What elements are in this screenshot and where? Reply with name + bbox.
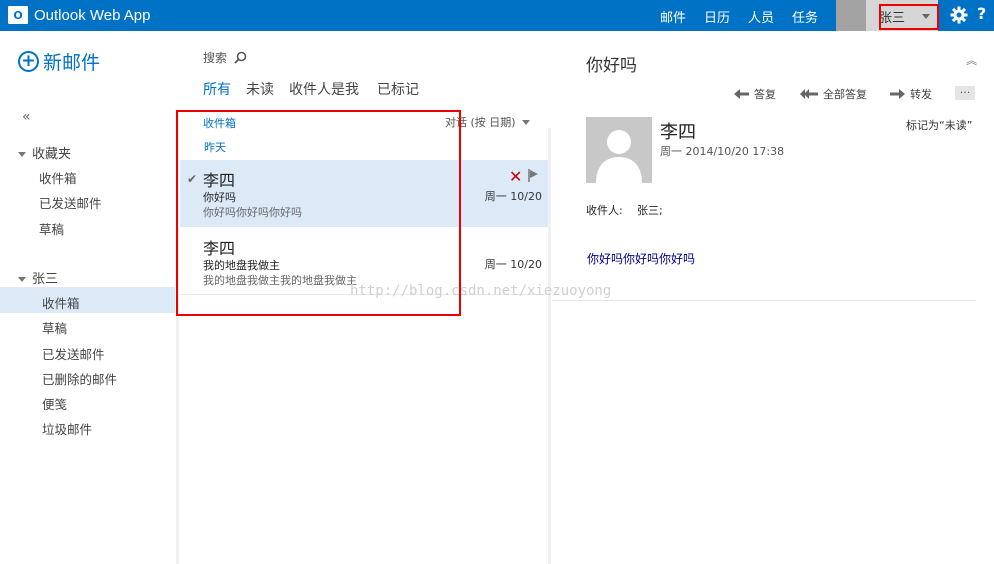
outlook-icon: O	[8, 6, 28, 24]
app-logo[interactable]: O Outlook Web App	[8, 6, 150, 24]
gear-icon[interactable]	[950, 6, 968, 24]
sender-avatar	[586, 117, 652, 183]
reply-label: 答复	[754, 88, 776, 101]
person-icon	[586, 117, 652, 183]
reply-icon	[734, 89, 749, 99]
nav-people[interactable]: 人员	[748, 7, 774, 26]
app-title: Outlook Web App	[34, 6, 151, 24]
top-bar: O Outlook Web App 邮件 日历 人员 任务 张三 ?	[0, 0, 994, 36]
forward-label: 转发	[910, 88, 932, 101]
chevron-down-icon	[521, 119, 530, 125]
chevron-down-icon	[18, 152, 26, 157]
new-mail-label: 新邮件	[43, 52, 101, 74]
reading-date: 周一 2014/10/20 17:38	[660, 145, 785, 158]
watermark: http://blog.csdn.net/xiezuoyong	[350, 283, 612, 299]
reply-all-button[interactable]: 全部答复	[800, 86, 867, 102]
expand-icon[interactable]: ︽	[966, 52, 977, 68]
reply-all-icon	[800, 89, 818, 99]
account-label: 张三	[32, 272, 59, 287]
delete-icon[interactable]: ✕	[509, 167, 522, 186]
message-body: 你好吗你好吗你好吗	[587, 252, 696, 266]
filter-flagged[interactable]: 已标记	[377, 79, 419, 99]
reply-button[interactable]: 答复	[734, 86, 776, 102]
nav-calendar[interactable]: 日历	[704, 7, 730, 26]
search-icon[interactable]	[234, 51, 247, 64]
favorites-inbox[interactable]: 收件箱	[39, 168, 77, 187]
filter-to-me[interactable]: 收件人是我	[289, 79, 359, 99]
favorites-group[interactable]: 收藏夹	[18, 143, 71, 162]
help-icon[interactable]: ?	[977, 4, 986, 23]
filter-unread[interactable]: 未读	[246, 79, 274, 99]
search-box[interactable]: 搜索	[203, 49, 247, 66]
collapse-pane-icon[interactable]: «	[22, 109, 31, 125]
mark-unread-link[interactable]: 标记为“未读”	[906, 117, 972, 133]
reply-all-label: 全部答复	[823, 88, 867, 101]
more-actions-button[interactable]: ...	[955, 84, 975, 100]
favorites-drafts[interactable]: 草稿	[39, 219, 64, 238]
new-mail-button[interactable]: + 新邮件	[18, 48, 100, 75]
chevron-down-icon	[18, 277, 26, 282]
nav-mail[interactable]: 邮件	[660, 7, 686, 36]
to-label: 收件人:	[586, 204, 623, 217]
folder-drafts[interactable]: 草稿	[42, 318, 67, 337]
favorites-sent[interactable]: 已发送邮件	[39, 193, 102, 212]
forward-icon	[890, 89, 905, 99]
favorites-label: 收藏夹	[32, 147, 72, 162]
plus-circle-icon: +	[18, 51, 39, 72]
message-date: 周一 10/20	[484, 258, 542, 271]
nav-tasks[interactable]: 任务	[792, 7, 818, 26]
folder-notes[interactable]: 便笺	[42, 394, 67, 413]
filter-all[interactable]: 所有	[203, 79, 231, 99]
pane-divider	[548, 128, 551, 564]
account-group[interactable]: 张三	[18, 268, 58, 287]
folder-deleted[interactable]: 已删除的邮件	[42, 369, 117, 388]
user-highlight-box	[879, 4, 939, 30]
reading-divider	[552, 300, 976, 301]
search-label: 搜索	[203, 51, 228, 65]
to-value[interactable]: 张三;	[637, 202, 663, 218]
forward-button[interactable]: 转发	[890, 86, 932, 102]
folder-junk[interactable]: 垃圾邮件	[42, 419, 92, 438]
message-date: 周一 10/20	[484, 190, 542, 203]
reading-sender: 李四	[660, 122, 696, 143]
selected-folder-highlight	[0, 287, 175, 313]
user-avatar	[836, 0, 866, 31]
folder-sent[interactable]: 已发送邮件	[42, 344, 105, 363]
flag-icon[interactable]	[528, 169, 539, 182]
reading-subject: 你好吗	[586, 56, 637, 76]
folder-inbox[interactable]: 收件箱	[42, 293, 80, 312]
